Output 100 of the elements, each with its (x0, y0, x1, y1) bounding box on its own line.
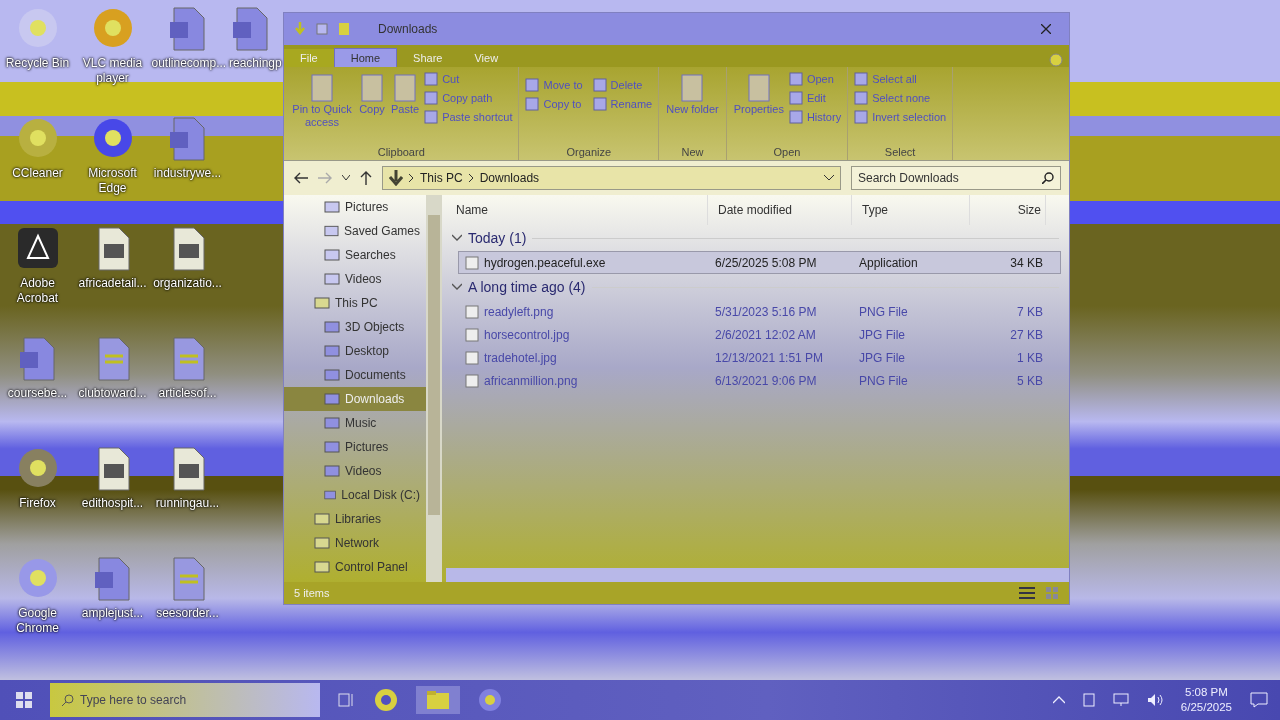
chevron-down-icon[interactable] (452, 234, 462, 242)
file-row[interactable]: readyleft.png 5/31/2023 5:16 PM PNG File 7 KB (458, 300, 1061, 323)
desktop-icon-label[interactable]: amplejust... (81, 606, 144, 621)
ribbon-button[interactable]: Select none (853, 90, 948, 106)
ribbon-button[interactable]: Invert selection (853, 109, 948, 125)
desktop-icon-label[interactable]: coursebe... (7, 386, 68, 401)
ribbon-button[interactable]: Copy path (423, 90, 514, 106)
search-icon[interactable] (1042, 172, 1054, 184)
nav-item[interactable]: Libraries (284, 507, 426, 531)
nav-item[interactable]: This PC (284, 291, 426, 315)
device-icon[interactable] (1082, 693, 1095, 707)
ribbon-button[interactable]: Open (787, 71, 843, 87)
chevron-down-icon[interactable] (342, 175, 350, 181)
column-header[interactable]: Name (446, 195, 708, 225)
folder-icon (324, 200, 340, 214)
file-row[interactable]: africanmillion.png 6/13/2021 9:06 PM PNG File 5 KB (458, 369, 1061, 392)
network-icon[interactable] (1112, 693, 1129, 707)
task-view-icon[interactable] (338, 692, 356, 708)
ribbon-button[interactable]: Cut (423, 71, 514, 87)
checkbox-icon[interactable] (316, 22, 328, 36)
file-row[interactable]: tradehotel.jpg 12/13/2021 1:51 PM JPG File 1 KB (458, 346, 1061, 369)
address-bar[interactable]: This PC Downloads (382, 166, 841, 190)
document-icon (309, 73, 335, 103)
folder-icon (324, 272, 340, 286)
group-header[interactable]: A long time ago (4) (468, 279, 586, 295)
details-view-icon[interactable] (1019, 586, 1035, 600)
desktop-icon-label[interactable]: Microsoft Edge (76, 166, 149, 196)
ribbon-button[interactable]: Edit (787, 90, 843, 106)
ribbon-tab[interactable]: Share (397, 49, 459, 67)
nav-item[interactable]: Music (284, 411, 426, 435)
windows-logo-icon[interactable] (16, 692, 32, 708)
folder-icon (324, 368, 340, 382)
tiles-view-icon[interactable] (1045, 586, 1059, 600)
folder-icon[interactable] (416, 686, 460, 714)
ribbon-button[interactable]: New folder (664, 71, 721, 118)
nav-item[interactable]: Pictures (284, 195, 426, 219)
notification-icon[interactable] (1250, 692, 1268, 708)
ribbon-button[interactable]: Delete (591, 77, 654, 93)
column-header[interactable]: Size (970, 195, 1046, 225)
nav-item[interactable]: Documents (284, 363, 426, 387)
scrollbar[interactable] (446, 568, 1069, 582)
ribbon-button[interactable]: Copy to (524, 96, 584, 112)
folder-icon[interactable] (338, 22, 350, 36)
nav-item[interactable]: Saved Games (284, 219, 426, 243)
nav-item[interactable]: Downloads (284, 387, 426, 411)
nav-item[interactable]: Desktop (284, 339, 426, 363)
ribbon-button[interactable]: Rename (591, 96, 654, 112)
taskbar-search-field[interactable]: Type here to search (50, 683, 320, 717)
chevron-down-icon[interactable] (452, 283, 462, 291)
nav-item[interactable]: Network (284, 531, 426, 555)
desktop-icon-label[interactable]: clubtoward... (78, 386, 147, 401)
ribbon-button[interactable]: History (787, 109, 843, 125)
ribbon-button[interactable]: Paste (389, 71, 422, 118)
desktop-icon-label[interactable]: articlesof... (158, 386, 217, 401)
ribbon-tab[interactable]: Home (333, 48, 398, 67)
ribbon-tab[interactable]: File (284, 49, 334, 67)
browser-icon[interactable] (374, 688, 398, 712)
ribbon-button[interactable]: Paste shortcut (423, 109, 514, 125)
desktop-icon-label[interactable]: africadetail... (78, 276, 147, 291)
nav-item[interactable]: 3D Objects (284, 315, 426, 339)
speaker-icon[interactable] (1146, 693, 1163, 707)
scrollbar[interactable] (426, 195, 442, 582)
nav-item[interactable]: Pictures (284, 435, 426, 459)
back-arrow-icon[interactable] (294, 172, 308, 184)
ribbon-button[interactable]: Move to (524, 77, 584, 93)
firefox-icon[interactable] (478, 688, 502, 712)
desktop-icon-label[interactable]: organizatio... (153, 276, 222, 291)
desktop-icon-label[interactable]: edithospit... (81, 496, 144, 511)
ribbon-tab[interactable]: View (458, 49, 515, 67)
file-row[interactable]: horsecontrol.jpg 2/6/2021 12:02 AM JPG File 27 KB (458, 323, 1061, 346)
desktop-icon-label[interactable]: runningau... (155, 496, 220, 511)
file-row[interactable]: hydrogen.peaceful.exe 6/25/2025 5:08 PM Application 34 KB (458, 251, 1061, 274)
square-icon (788, 91, 803, 105)
column-header[interactable]: Type (852, 195, 970, 225)
desktop-icon-label[interactable]: industrywe... (153, 166, 222, 181)
nav-item[interactable]: Control Panel (284, 555, 426, 579)
desktop-icon-label[interactable]: seesorder... (156, 606, 219, 621)
nav-item[interactable]: Searches (284, 243, 426, 267)
forward-arrow-icon[interactable] (318, 172, 332, 184)
close-icon[interactable] (1041, 24, 1051, 34)
up-arrow-icon[interactable] (360, 171, 372, 185)
desktop-icon-label[interactable]: Firefox (19, 496, 56, 511)
desktop-icon-label[interactable]: CCleaner (12, 166, 63, 181)
chevron-up-icon[interactable] (1052, 696, 1065, 704)
search-field[interactable]: Search Downloads (851, 166, 1061, 190)
ribbon-button[interactable]: Properties (731, 71, 786, 118)
desktop-icon-label[interactable]: Adobe Acrobat (1, 276, 74, 306)
desktop-icon-label[interactable]: Google Chrome (1, 606, 74, 636)
clock[interactable]: 5:08 PM 6/25/2025 (1180, 685, 1232, 715)
nav-item[interactable]: Videos (284, 459, 426, 483)
desktop-icon-label[interactable]: Recycle Bin (5, 56, 70, 71)
desktop-icon-label[interactable]: VLC media player (76, 56, 149, 86)
column-header[interactable]: Date modified (708, 195, 852, 225)
ribbon-button[interactable]: Copy (357, 71, 387, 118)
nav-item[interactable]: Local Disk (C:) (284, 483, 426, 507)
help-icon[interactable] (1049, 53, 1063, 67)
ribbon-button[interactable]: Pin to Quick access (289, 71, 355, 131)
group-header[interactable]: Today (1) (468, 230, 527, 246)
ribbon-button[interactable]: Select all (853, 71, 948, 87)
nav-item[interactable]: Videos (284, 267, 426, 291)
